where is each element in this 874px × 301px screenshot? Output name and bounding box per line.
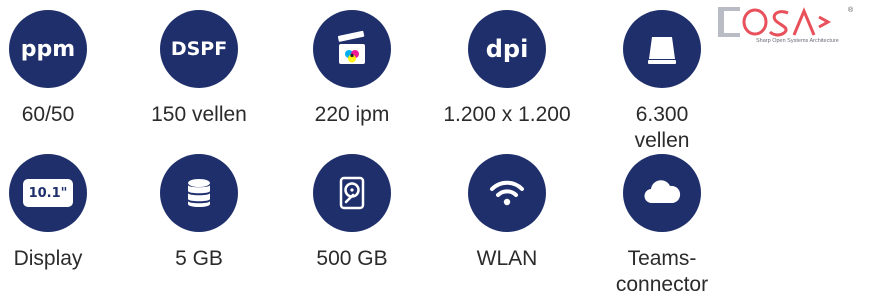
svg-text:Sharp Open Systems Architectur: Sharp Open Systems Architecture: [756, 38, 839, 44]
ppm-badge-icon: ppm: [9, 10, 87, 88]
feature-label: 500 GB: [316, 247, 388, 270]
feature-storage: 5 GB: [124, 154, 274, 272]
dspf-badge-icon: DSPF: [160, 10, 238, 88]
display-icon: 10.1": [9, 154, 87, 232]
feature-label: Teams-connector: [615, 247, 709, 296]
feature-label: 5 GB: [175, 247, 223, 270]
feature-hdd: 500 GB: [277, 154, 427, 272]
svg-text:®: ®: [848, 6, 854, 14]
feature-wlan: WLAN: [432, 154, 582, 272]
feature-label: 150 vellen: [151, 103, 247, 126]
feature-label: WLAN: [476, 247, 538, 270]
feature-label: 1.200 x 1.200: [443, 103, 571, 126]
hard-disk-icon: [313, 154, 391, 232]
feature-label: 220 ipm: [314, 103, 390, 126]
osa-logo: Sharp Open Systems Architecture ®: [718, 4, 858, 44]
cloud-icon: [623, 154, 701, 232]
paper-tray-icon: [623, 10, 701, 88]
feature-teams: Teams-connector: [587, 154, 737, 298]
feature-paper: 6.300 vellen: [587, 10, 737, 154]
feature-label: 60/50: [21, 103, 75, 126]
feature-dpi: dpi 1.200 x 1.200: [432, 10, 582, 128]
scan-clapper-icon: [313, 10, 391, 88]
feature-label: Display: [13, 247, 83, 270]
feature-dspf: DSPF 150 vellen: [124, 10, 274, 128]
feature-label: 6.300 vellen: [634, 103, 690, 152]
wifi-icon: [468, 154, 546, 232]
database-icon: [160, 154, 238, 232]
feature-ipm: 220 ipm: [277, 10, 427, 128]
feature-display: 10.1" Display: [0, 154, 123, 272]
feature-ppm: ppm 60/50: [0, 10, 123, 128]
dpi-badge-icon: dpi: [468, 10, 546, 88]
